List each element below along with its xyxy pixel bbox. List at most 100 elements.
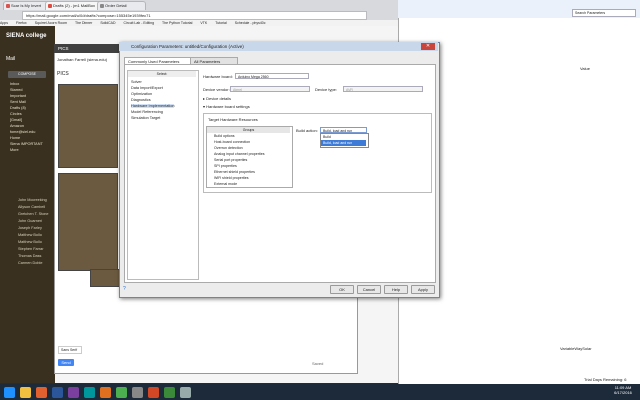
nav-item[interactable]: Inbox: [10, 82, 19, 86]
tree-item-data-import-export[interactable]: Data Import/Export: [131, 86, 163, 90]
contact-item[interactable]: Allyson Cambell: [18, 205, 45, 209]
contact-item[interactable]: Matthew Bollo: [18, 233, 42, 237]
attached-image: [90, 269, 120, 287]
nav-item[interactable]: More: [10, 148, 19, 152]
contact-item[interactable]: John Mccreeking: [18, 198, 47, 202]
vm-icon[interactable]: [132, 387, 143, 398]
word-icon[interactable]: [52, 387, 63, 398]
matlab-icon[interactable]: [100, 387, 111, 398]
group-item[interactable]: SPI properties: [214, 164, 237, 168]
nav-item[interactable]: Important: [10, 94, 26, 98]
contact-item[interactable]: Stephen Farrar: [18, 247, 44, 251]
taskbar: [0, 384, 640, 400]
contact-item[interactable]: Carmen Doble: [18, 261, 42, 265]
hardware-board-select[interactable]: Arduino Mega 2560: [235, 73, 309, 79]
bookmark-item[interactable]: Squirrel Acorn Room: [35, 21, 67, 25]
tree-item-simulation-target[interactable]: Simulation Target: [131, 116, 160, 120]
contact-item[interactable]: Joseph Farley: [18, 226, 42, 230]
groups-header: Groups: [207, 127, 290, 133]
bookmark-item[interactable]: Apps: [0, 21, 8, 25]
tree-item-diagnostics[interactable]: Diagnostics: [131, 98, 151, 102]
bookmark-item[interactable]: Circuit Lab - Editing: [124, 21, 155, 25]
saved-status: Saved: [312, 361, 324, 366]
tree-header: Select:: [128, 71, 196, 77]
help-icon[interactable]: ?: [123, 286, 126, 292]
group-item[interactable]: Analog input channel properties: [214, 152, 265, 156]
contact-item[interactable]: John Guarneri: [18, 219, 42, 223]
ppt-icon[interactable]: [148, 387, 159, 398]
ok-button[interactable]: OK: [330, 285, 354, 294]
firefox-icon[interactable]: [36, 387, 47, 398]
brand-logo: SIENA college: [6, 33, 47, 39]
attached-image: [58, 173, 118, 271]
nav-item[interactable]: Circles: [10, 112, 22, 116]
target-hardware-label: Target Hardware Resources: [208, 117, 258, 122]
mail-label[interactable]: Mail: [6, 56, 15, 62]
trial-remaining: Trial Days Remaining: 6: [584, 377, 627, 382]
tab-drafts[interactable]: Drafts (2) - jm1 MailBox: [45, 1, 104, 10]
device-vendor-select[interactable]: Atmel: [230, 86, 310, 92]
close-icon[interactable]: ✕: [421, 43, 435, 50]
nav-item[interactable]: fome@siel.edu: [10, 130, 35, 134]
send-button[interactable]: Send: [58, 359, 74, 366]
contact-item[interactable]: Thomas Dass: [18, 254, 41, 258]
bookmark-item[interactable]: The Dinner: [75, 21, 92, 25]
spreadsheet-icon[interactable]: [164, 387, 175, 398]
group-item[interactable]: External mode: [214, 182, 237, 186]
bookmark-item[interactable]: Tutorial: [215, 21, 227, 25]
bookmark-item[interactable]: The Python Tutorial: [162, 21, 192, 25]
chrome-icon[interactable]: [116, 387, 127, 398]
bookmarks-bar: Apps Firefox Squirrel Acorn Room The Dinner…: [0, 20, 400, 26]
bookmark-item[interactable]: VTK: [200, 21, 207, 25]
group-item[interactable]: Ethernet shield properties: [214, 170, 255, 174]
device-details-label: Device details: [206, 96, 232, 101]
nav-item[interactable]: Home: [10, 136, 20, 140]
ie-icon[interactable]: [4, 387, 15, 398]
compose-from[interactable]: Jonathan Farrell (siena.edu): [57, 57, 107, 62]
tree-item-optimization[interactable]: Optimization: [131, 92, 152, 96]
explorer-icon[interactable]: [20, 387, 31, 398]
group-item[interactable]: Overrun detection: [214, 146, 243, 150]
group-item[interactable]: Serial port properties: [214, 158, 247, 162]
column-header-value: Value: [580, 66, 590, 71]
nav-item[interactable]: [Gmail]: [10, 118, 22, 122]
device-details-toggle[interactable]: ▸ Device details: [203, 96, 231, 101]
tree-item-model-referencing[interactable]: Model Referencing: [131, 110, 163, 114]
group-item[interactable]: WiFi shield properties: [214, 176, 249, 180]
apply-button[interactable]: Apply: [411, 285, 435, 294]
compose-subject[interactable]: PICS: [57, 71, 69, 77]
contact-item[interactable]: Matthew Bollo: [18, 240, 42, 244]
compose-button[interactable]: COMPOSE: [8, 71, 46, 78]
device-vendor-label: Device vendor:: [203, 87, 230, 92]
tree-item-hardware-implementation[interactable]: Hardware Implementation: [131, 104, 175, 108]
group-item[interactable]: Host-board connection: [214, 140, 250, 144]
device-type-select[interactable]: AVR: [343, 86, 423, 92]
bookmark-item[interactable]: SolidCAD: [100, 21, 115, 25]
tab-favicon: [6, 4, 10, 8]
nav-item[interactable]: Drafts (8): [10, 106, 26, 110]
address-bar[interactable]: https://mail.google.com/mail/u/0/#drafts…: [22, 11, 367, 20]
help-button[interactable]: Help: [384, 285, 408, 294]
nav-item[interactable]: Amazon: [10, 124, 24, 128]
bookmark-item[interactable]: Firefox: [16, 21, 27, 25]
nav-item[interactable]: Sent Mail: [10, 100, 26, 104]
page-icon: [100, 4, 104, 8]
pyth-icon[interactable]: [180, 387, 191, 398]
tree-item-solver[interactable]: Solver: [131, 80, 142, 84]
nav-item[interactable]: Starred: [10, 88, 22, 92]
clock[interactable]: 11:09 AM 6/17/2016: [608, 385, 638, 399]
device-type-label: Device type:: [315, 87, 338, 92]
cancel-button[interactable]: Cancel: [357, 285, 381, 294]
bookmark-item[interactable]: Schedule - phys40c: [235, 21, 266, 25]
hardware-board-settings-toggle[interactable]: ▾ Hardware board settings: [203, 104, 250, 109]
onenote-icon[interactable]: [68, 387, 79, 398]
search-input[interactable]: Search Parameters: [572, 9, 636, 17]
font-select[interactable]: Sans Serif: [58, 346, 82, 354]
nav-item[interactable]: Siena IMPORTANT: [10, 142, 43, 146]
dialog-title: Configuration Parameters: untitled/Confi…: [119, 42, 438, 51]
tab-order[interactable]: Order Detail: [97, 1, 146, 10]
arduino-icon[interactable]: [84, 387, 95, 398]
build-load-run-option[interactable]: Build, load and run: [321, 140, 366, 146]
contact-item[interactable]: Gretchen T. Stone: [18, 212, 49, 216]
group-item[interactable]: Build options: [214, 134, 235, 138]
